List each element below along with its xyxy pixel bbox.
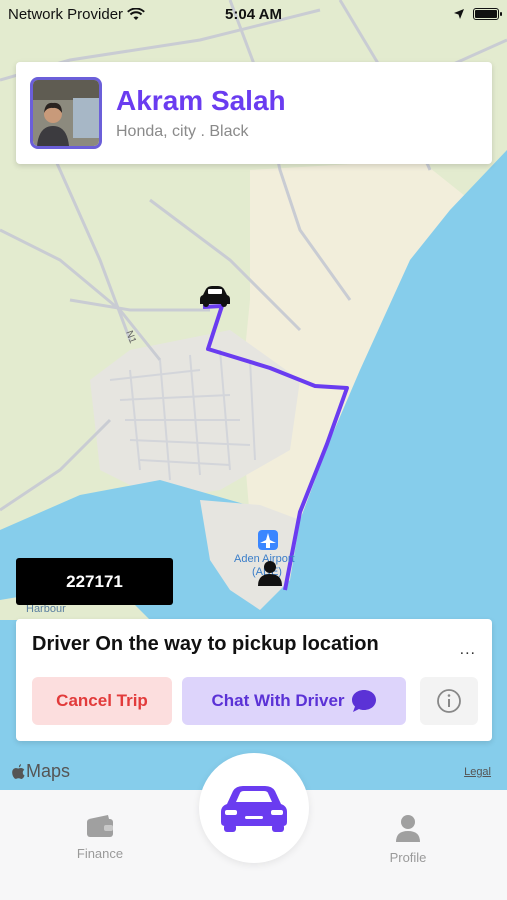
- center-car-button[interactable]: [199, 753, 309, 863]
- wallet-icon: [87, 815, 113, 837]
- trip-actions: Cancel Trip Chat With Driver: [32, 677, 478, 725]
- tab-finance-label: Finance: [76, 846, 124, 861]
- avatar: [30, 77, 102, 149]
- driver-card[interactable]: Akram Salah Honda, city . Black: [16, 62, 492, 164]
- driver-info: Akram Salah Honda, city . Black: [116, 85, 286, 141]
- profile-icon: [396, 815, 420, 842]
- wifi-icon: [127, 7, 145, 20]
- trip-card: Driver On the way to pickup location ...…: [16, 619, 492, 741]
- more-options-button[interactable]: ...: [460, 641, 476, 659]
- car-icon: [221, 786, 287, 832]
- driver-car: Honda, city . Black: [116, 123, 249, 140]
- tab-finance[interactable]: Finance: [50, 814, 150, 861]
- trip-code: 227171: [16, 558, 173, 605]
- battery-icon: [473, 8, 502, 20]
- info-button[interactable]: [420, 677, 478, 725]
- maps-label: Maps: [26, 761, 71, 781]
- location-arrow-icon: [454, 9, 464, 19]
- chat-driver-button[interactable]: Chat With Driver: [182, 677, 406, 725]
- carrier-label: Network Provider: [8, 5, 124, 23]
- info-icon: [437, 689, 461, 713]
- cancel-trip-label: Cancel Trip: [56, 691, 148, 710]
- legal-link[interactable]: Legal: [464, 766, 491, 778]
- tab-profile-label: Profile: [389, 850, 427, 865]
- maps-attribution: Maps: [12, 761, 70, 782]
- status-bar: Network Provider 5:04 AM: [0, 0, 507, 28]
- airport-label: Aden Airport: [234, 553, 295, 565]
- chat-bubble-icon: [351, 690, 376, 712]
- tab-profile[interactable]: Profile: [358, 814, 458, 865]
- trip-status: Driver On the way to pickup location: [32, 633, 379, 655]
- apple-icon: [12, 764, 25, 779]
- chat-driver-label: Chat With Driver: [211, 691, 345, 710]
- airport-icon: [258, 530, 278, 550]
- cancel-trip-button[interactable]: Cancel Trip: [32, 677, 172, 725]
- driver-name: Akram Salah: [116, 85, 286, 116]
